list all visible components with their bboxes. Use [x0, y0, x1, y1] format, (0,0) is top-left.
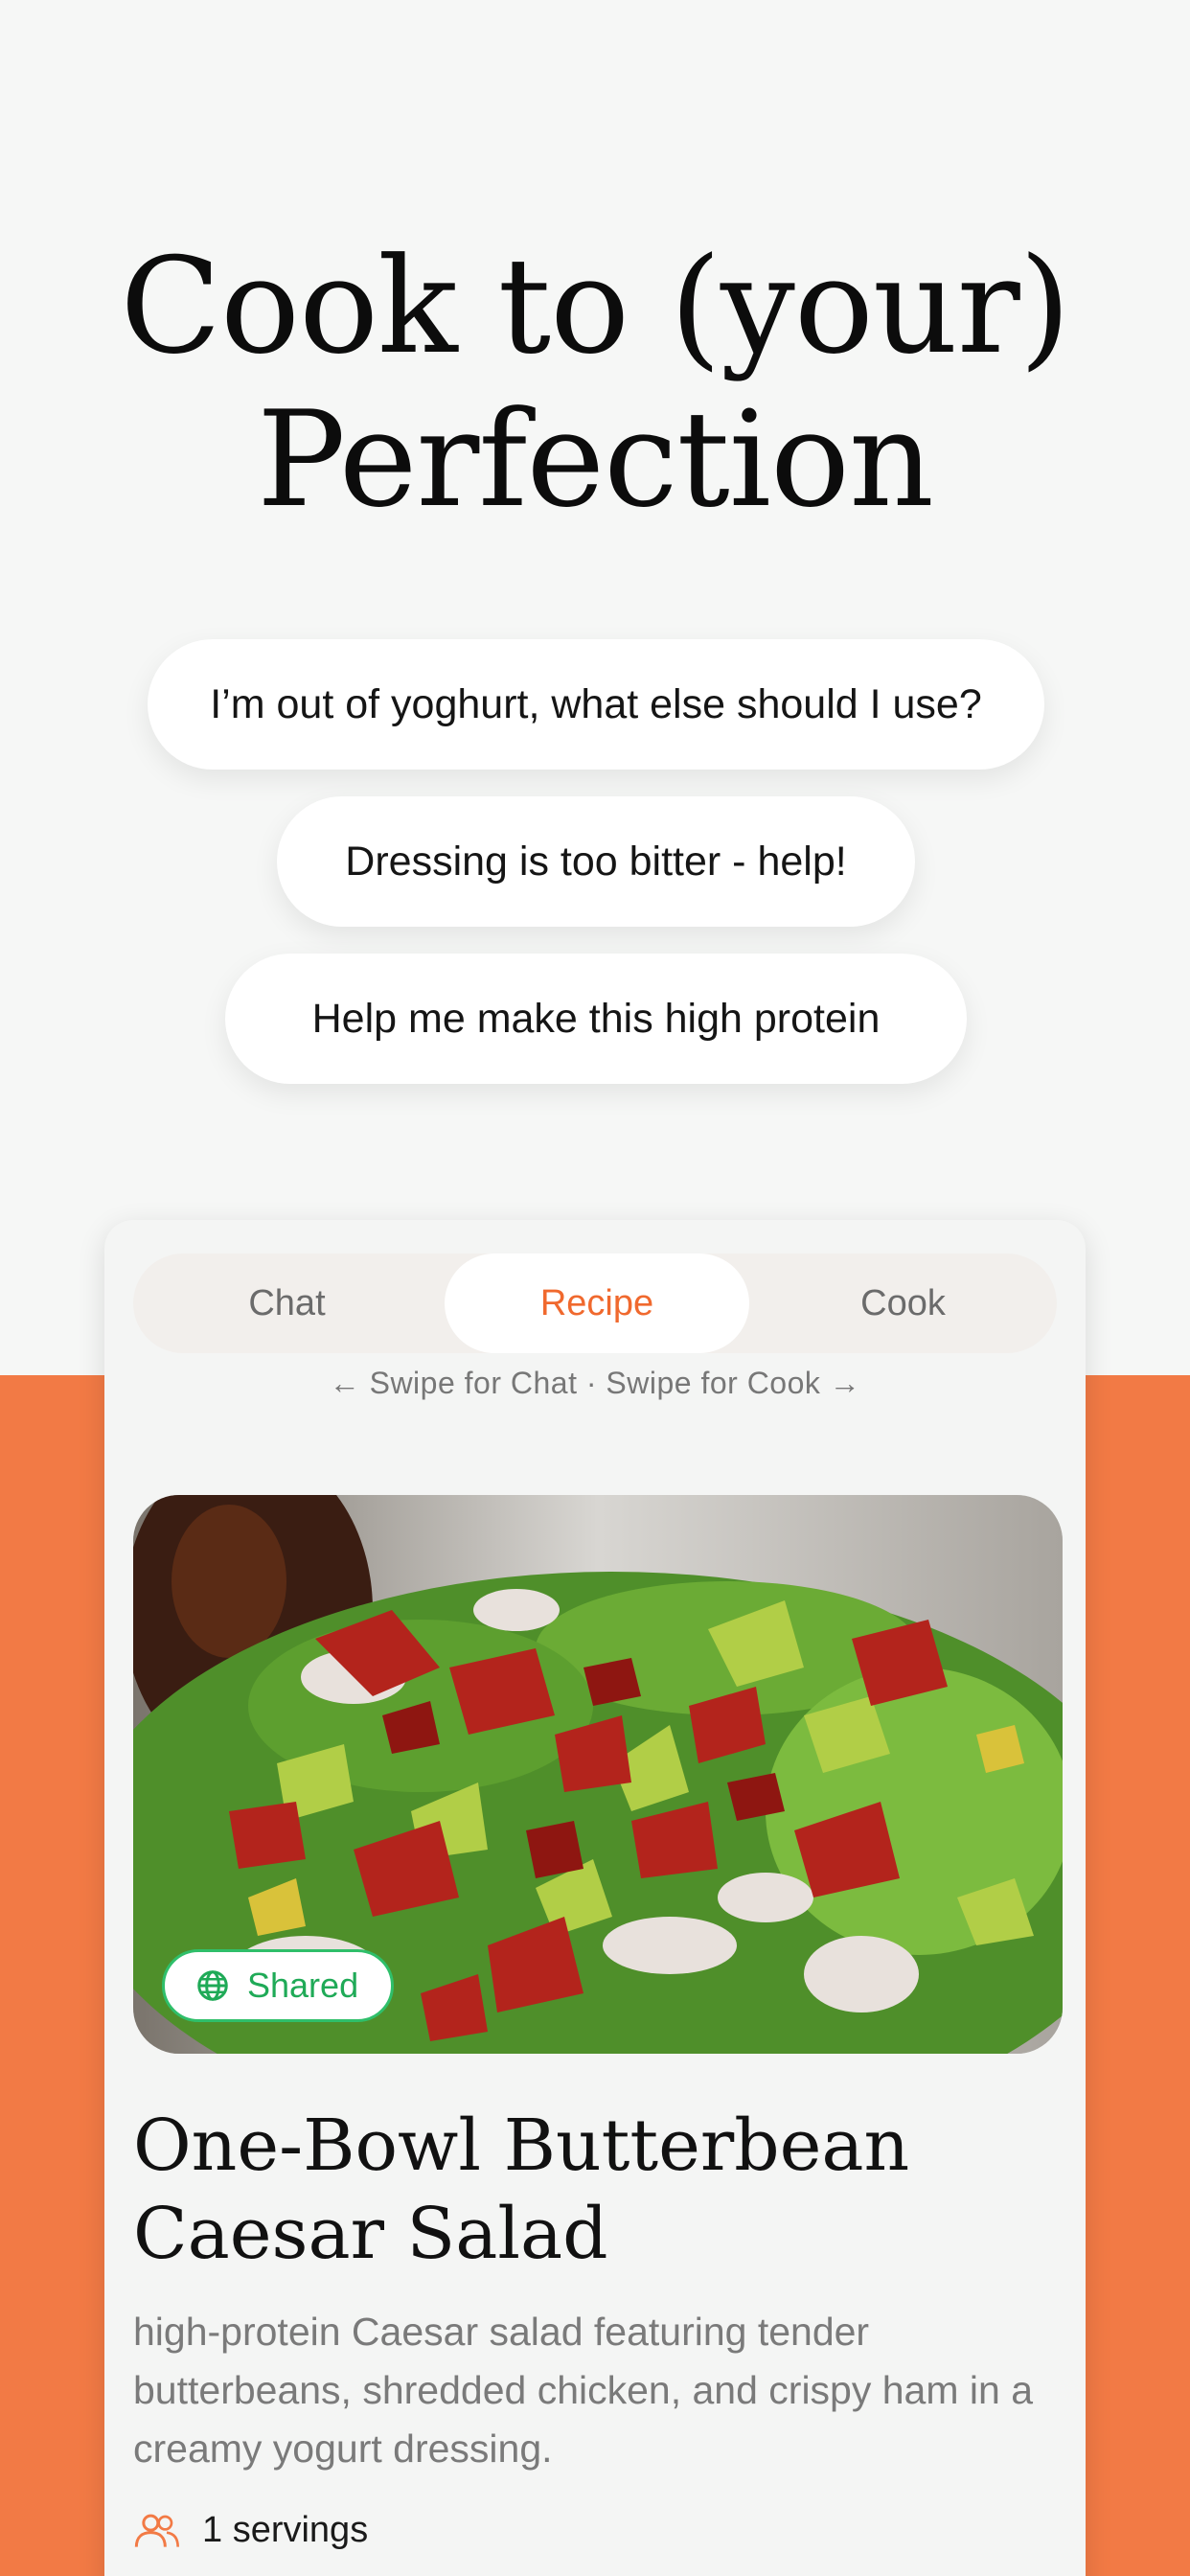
tab-recipe[interactable]: Recipe [445, 1254, 749, 1353]
servings-label: 1 servings [202, 2510, 369, 2550]
recipe-title-line-2: Caesar Salad [133, 2193, 608, 2275]
hero-title-line-2: Perfection [257, 382, 934, 537]
people-icon [134, 2514, 179, 2547]
globe-icon [197, 1970, 228, 2001]
recipe-description: high-protein Caesar salad featuring tend… [133, 2310, 1033, 2471]
swipe-hint: ← Swipe for Chat · Swipe for Cook → [329, 1366, 861, 1400]
servings-row: 1 servings [133, 2510, 368, 2551]
suggestion-chip-bitter-dressing[interactable]: Dressing is too bitter - help! [277, 796, 915, 927]
recipe-title-line-1: One-Bowl Butterbean [133, 2104, 910, 2187]
tab-chat[interactable]: Chat [133, 1254, 441, 1353]
recipe-card-preview: Chat Recipe Cook ← Swipe for Chat · Swip… [104, 1220, 1086, 2576]
suggestion-chip-high-protein[interactable]: Help me make this high protein [225, 954, 967, 1084]
shared-badge: Shared [162, 1949, 395, 2022]
onboarding-screen: Cook to (your) Perfection I’m out of yog… [0, 0, 1190, 2576]
hero-title: Cook to (your) Perfection [0, 230, 1190, 537]
shared-badge-label: Shared [247, 1966, 359, 2005]
hero-title-line-1: Cook to (your) [120, 229, 1070, 383]
recipe-photo: Shared [133, 1495, 1063, 2054]
suggestion-chip-yoghurt[interactable]: I’m out of yoghurt, what else should I u… [148, 639, 1044, 770]
tab-cook[interactable]: Cook [749, 1254, 1057, 1353]
segmented-tabs: Chat Recipe Cook [133, 1254, 1057, 1353]
recipe-title: One-Bowl Butterbean Caesar Salad [133, 2102, 1053, 2278]
